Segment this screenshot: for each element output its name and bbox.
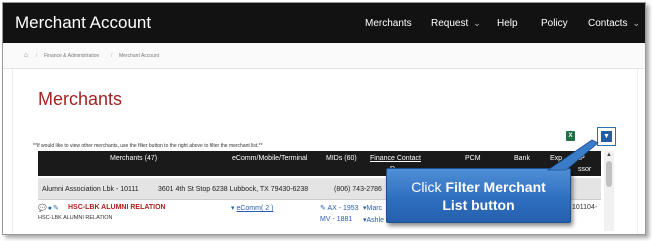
nav-merchants-label: Merchants (365, 18, 412, 29)
mid-mv[interactable]: MV - 1881 (320, 216, 352, 223)
col-ecomm[interactable]: eComm/Mobile/Terminal (232, 155, 307, 162)
scrollbar-thumb[interactable] (606, 161, 612, 187)
scroll-up-icon[interactable]: ▲ (604, 151, 614, 159)
chevron-down-icon: ⌄ (632, 18, 641, 28)
col-bank[interactable]: Bank (514, 155, 530, 162)
breadcrumb: ⌂ / Finance & Administration / Merchant … (3, 43, 645, 69)
callout-bold: Filter Merchant (445, 179, 546, 195)
nav-help[interactable]: Help (497, 18, 518, 29)
oap-value: 101104- (572, 204, 598, 211)
top-navbar: Merchant Account Merchants Request ⌄ Help… (3, 3, 645, 43)
group-address: 3601 4th St Stop 6238 Lubbock, TX 79430-… (158, 186, 309, 193)
nav-contacts-label: Contacts (588, 18, 628, 29)
app-title[interactable]: Merchant Account (15, 13, 151, 33)
col-exp[interactable]: Exp (550, 155, 562, 162)
nav-help-label: Help (497, 18, 518, 29)
finance-contact-1[interactable]: ▾Marc (363, 204, 382, 212)
ecomm-caret: ▾ (231, 205, 235, 212)
col-pcm[interactable]: PCM (465, 155, 481, 162)
nav-request[interactable]: Request ⌄ (431, 18, 481, 29)
col-finance-contact[interactable]: Finance Contact (370, 155, 421, 162)
page-title: Merchants (38, 89, 123, 109)
excel-export-icon[interactable]: X (566, 131, 575, 141)
group-name: Alumni Association Lbk - 10111 (42, 186, 139, 193)
mid-ax-label: AX - 1953 (327, 205, 359, 212)
breadcrumb-item-merchant-account: Merchant Account (119, 53, 160, 59)
col-oap-sub: ssor (578, 166, 592, 173)
merchant-subtitle: HSC-LBK ALUMNI RELATION (38, 215, 113, 221)
filter-merchant-list-button[interactable]: ▼ (597, 127, 616, 146)
filter-hint-text: **If would like to view other merchants,… (33, 143, 263, 149)
callout-prefix: Click (411, 179, 446, 195)
row-action-icons: 💬●✎ (38, 204, 60, 212)
comment-icon[interactable]: 💬 (38, 205, 48, 212)
nav-merchants[interactable]: Merchants (365, 18, 412, 29)
group-phone: (806) 743-2786 (334, 186, 382, 193)
col-merchants[interactable]: Merchants (47) (110, 155, 157, 162)
nav-contacts[interactable]: Contacts ⌄ (588, 18, 640, 29)
tutorial-callout: Click Filter Merchant List button (386, 168, 571, 223)
nav-policy[interactable]: Policy (541, 18, 568, 29)
filter-icon: ▼ (601, 131, 612, 142)
breadcrumb-separator: / (111, 53, 113, 59)
col-oap[interactable]: OAP (570, 155, 585, 162)
breadcrumb-separator: / (36, 53, 38, 59)
breadcrumb-item-finance[interactable]: Finance & Administration (44, 53, 99, 59)
chevron-down-icon: ⌄ (473, 18, 481, 28)
home-icon[interactable]: ⌂ (24, 52, 28, 59)
table-scrollbar[interactable]: ▲ (604, 151, 614, 231)
edit-icon[interactable]: ✎ (53, 205, 60, 212)
nav-request-label: Request (431, 18, 469, 29)
nav-policy-label: Policy (541, 18, 568, 29)
callout-line-2: List button (442, 197, 515, 213)
finance-contact-2[interactable]: ▾Ashle (363, 216, 384, 224)
col-mids[interactable]: MIDs (60) (326, 155, 357, 162)
mid-ax[interactable]: ✎ AX - 1953 (320, 204, 359, 212)
ecomm-count: ( 2 ) (260, 205, 274, 212)
ecomm-link[interactable]: eComm (236, 205, 261, 212)
ecomm-dropdown[interactable]: ▾ eComm( 2 ) (231, 204, 273, 212)
callout-line-1: Click Filter Merchant (387, 178, 570, 196)
merchant-name-link[interactable]: HSC-LBK ALUMNI RELATION (68, 204, 166, 211)
